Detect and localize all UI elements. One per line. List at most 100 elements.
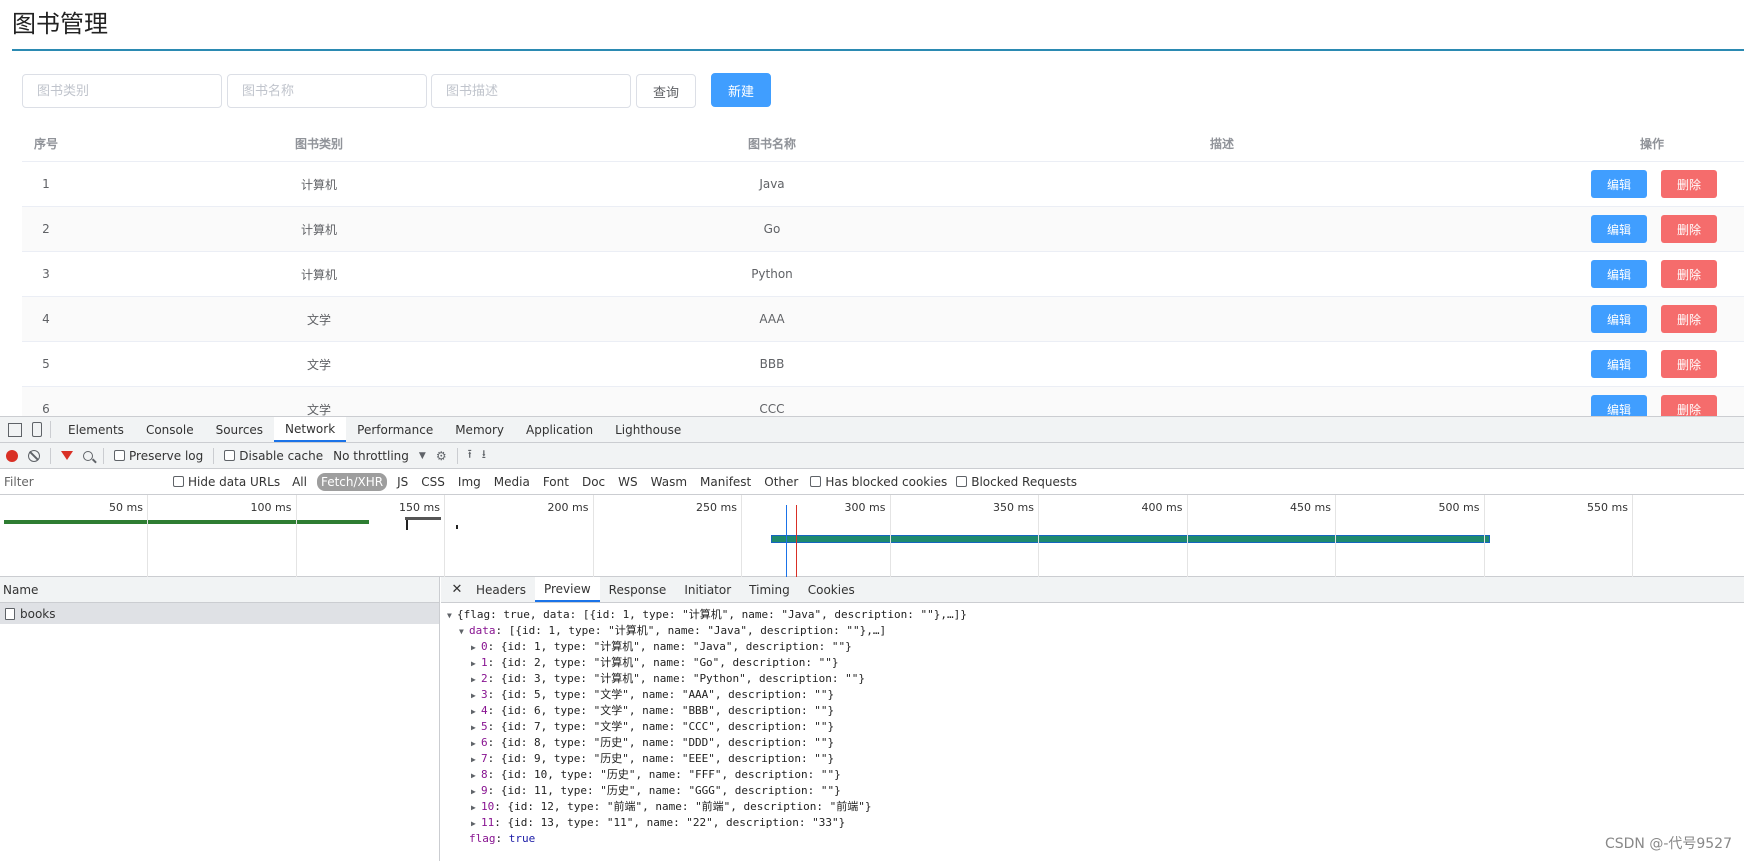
delete-button[interactable]: 删除 (1661, 305, 1717, 333)
detail-tab-preview[interactable]: Preview (534, 577, 600, 602)
devtools-tab-memory[interactable]: Memory (444, 417, 515, 442)
search-icon[interactable] (83, 450, 93, 461)
checkbox-box[interactable] (173, 476, 184, 487)
preview-item-line[interactable]: ▶ 1: {id: 2, type: "计算机", name: "Go", des… (447, 655, 1744, 671)
type-filter-wasm[interactable]: Wasm (648, 474, 690, 490)
type-filter-fetchxhr[interactable]: Fetch/XHR (316, 472, 388, 491)
preview-item-line[interactable]: ▶ 2: {id: 3, type: "计算机", name: "Python",… (447, 671, 1744, 687)
expand-triangle-icon[interactable]: ▶ (471, 688, 481, 704)
request-row-books[interactable]: books (0, 603, 439, 624)
network-conditions-icon[interactable]: ⚙ (436, 449, 447, 463)
row-index: 5 (42, 357, 50, 371)
devtools-tab-console[interactable]: Console (135, 417, 205, 442)
detail-tab-timing[interactable]: Timing (740, 577, 799, 602)
edit-button[interactable]: 编辑 (1591, 395, 1647, 416)
import-har-icon[interactable]: ⭱ (468, 445, 472, 466)
type-filter-media[interactable]: Media (491, 474, 533, 490)
expand-triangle-icon[interactable]: ▼ (459, 624, 469, 640)
preview-item-line[interactable]: ▶ 3: {id: 5, type: "文学", name: "AAA", des… (447, 687, 1744, 703)
preview-item-line[interactable]: ▶ 10: {id: 12, type: "前端", name: "前端", de… (447, 799, 1744, 815)
devtools-tab-elements[interactable]: Elements (57, 417, 135, 442)
name-column-header[interactable]: Name (0, 577, 439, 603)
type-filter-other[interactable]: Other (761, 474, 801, 490)
type-filter-ws[interactable]: WS (615, 474, 640, 490)
preview-item-line[interactable]: ▶ 0: {id: 1, type: "计算机", name: "Java", d… (447, 639, 1744, 655)
delete-button[interactable]: 删除 (1661, 215, 1717, 243)
query-button[interactable]: 查询 (636, 74, 696, 108)
detail-tab-cookies[interactable]: Cookies (799, 577, 864, 602)
book-name-search-input[interactable] (227, 74, 427, 108)
expand-triangle-icon[interactable]: ▶ (471, 672, 481, 688)
device-toolbar-icon[interactable] (32, 422, 42, 437)
devtools-tab-sources[interactable]: Sources (205, 417, 274, 442)
expand-triangle-icon[interactable]: ▼ (447, 608, 457, 624)
expand-triangle-icon[interactable]: ▶ (471, 768, 481, 784)
detail-tab-headers[interactable]: Headers (467, 577, 535, 602)
network-filter-input[interactable] (4, 472, 164, 491)
export-har-icon[interactable]: ⭳ (482, 445, 486, 466)
checkbox-box[interactable] (810, 476, 822, 487)
devtools-tab-performance[interactable]: Performance (346, 417, 444, 442)
preview-item-value: {id: 6, type: "文学", name: "BBB", descrip… (500, 704, 835, 717)
book-desc-search-input[interactable] (431, 74, 631, 108)
preview-item-line[interactable]: ▶ 9: {id: 11, type: "历史", name: "GGG", de… (447, 783, 1744, 799)
detail-tab-initiator[interactable]: Initiator (675, 577, 740, 602)
type-filter-all[interactable]: All (289, 474, 310, 490)
disable-cache-checkbox[interactable]: Disable cache (224, 449, 323, 463)
record-icon[interactable] (6, 449, 18, 462)
devtools-tab-network[interactable]: Network (274, 417, 347, 442)
clear-icon[interactable] (28, 449, 40, 462)
edit-button[interactable]: 编辑 (1591, 305, 1647, 333)
hide-data-urls-checkbox[interactable]: Hide data URLs (173, 475, 280, 489)
expand-triangle-icon[interactable]: ▶ (471, 752, 481, 768)
preview-root-line[interactable]: ▼ {flag: true, data: [{id: 1, type: "计算机"… (447, 607, 1744, 623)
edit-button[interactable]: 编辑 (1591, 170, 1647, 198)
inspect-element-icon[interactable] (8, 422, 22, 437)
devtools-tab-application[interactable]: Application (515, 417, 604, 442)
timeline-gridline (741, 495, 742, 577)
preview-item-line[interactable]: ▶ 5: {id: 7, type: "文学", name: "CCC", des… (447, 719, 1744, 735)
type-filter-font[interactable]: Font (540, 474, 572, 490)
expand-triangle-icon[interactable]: ▶ (471, 736, 481, 752)
edit-button[interactable]: 编辑 (1591, 350, 1647, 378)
type-filter-img[interactable]: Img (455, 474, 484, 490)
new-book-button[interactable]: 新建 (711, 73, 771, 107)
checkbox-box[interactable] (224, 450, 236, 461)
book-type-search-input[interactable] (22, 74, 222, 108)
type-filter-js[interactable]: JS (394, 474, 411, 490)
checkbox-box[interactable] (956, 476, 968, 487)
throttling-select[interactable]: No throttling (333, 449, 409, 463)
has-blocked-cookies-checkbox[interactable]: Has blocked cookies (810, 475, 947, 489)
network-overview-timeline[interactable]: 50 ms 100 ms 150 ms 200 ms 250 ms 300 ms 350 m… (0, 495, 1744, 577)
preview-item-line[interactable]: ▶ 11: {id: 13, type: "11", name: "22", de… (447, 815, 1744, 831)
preview-item-line[interactable]: ▶ 6: {id: 8, type: "历史", name: "DDD", des… (447, 735, 1744, 751)
expand-triangle-icon[interactable]: ▶ (471, 784, 481, 800)
preserve-log-checkbox[interactable]: Preserve log (114, 449, 203, 463)
expand-triangle-icon[interactable]: ▶ (471, 640, 481, 656)
chevron-down-icon[interactable]: ▼ (419, 451, 426, 461)
edit-button[interactable]: 编辑 (1591, 260, 1647, 288)
preview-item-line[interactable]: ▶ 7: {id: 9, type: "历史", name: "EEE", des… (447, 751, 1744, 767)
expand-triangle-icon[interactable]: ▶ (471, 816, 481, 832)
edit-button[interactable]: 编辑 (1591, 215, 1647, 243)
expand-triangle-icon[interactable]: ▶ (471, 800, 481, 816)
filter-icon[interactable] (61, 451, 73, 460)
delete-button[interactable]: 删除 (1661, 260, 1717, 288)
expand-triangle-icon[interactable]: ▶ (471, 704, 481, 720)
type-filter-doc[interactable]: Doc (579, 474, 608, 490)
close-icon[interactable]: ✕ (447, 577, 467, 602)
expand-triangle-icon[interactable]: ▶ (471, 656, 481, 672)
expand-triangle-icon[interactable]: ▶ (471, 720, 481, 736)
blocked-requests-checkbox[interactable]: Blocked Requests (956, 475, 1077, 489)
devtools-tab-lighthouse[interactable]: Lighthouse (604, 417, 692, 442)
delete-button[interactable]: 删除 (1661, 170, 1717, 198)
preview-data-line[interactable]: ▼ data: [{id: 1, type: "计算机", name: "Java… (447, 623, 1744, 639)
type-filter-manifest[interactable]: Manifest (697, 474, 754, 490)
delete-button[interactable]: 删除 (1661, 395, 1717, 416)
type-filter-css[interactable]: CSS (418, 474, 448, 490)
preview-item-line[interactable]: ▶ 8: {id: 10, type: "历史", name: "FFF", de… (447, 767, 1744, 783)
checkbox-box[interactable] (114, 450, 125, 461)
delete-button[interactable]: 删除 (1661, 350, 1717, 378)
preview-item-line[interactable]: ▶ 4: {id: 6, type: "文学", name: "BBB", des… (447, 703, 1744, 719)
detail-tab-response[interactable]: Response (600, 577, 676, 602)
